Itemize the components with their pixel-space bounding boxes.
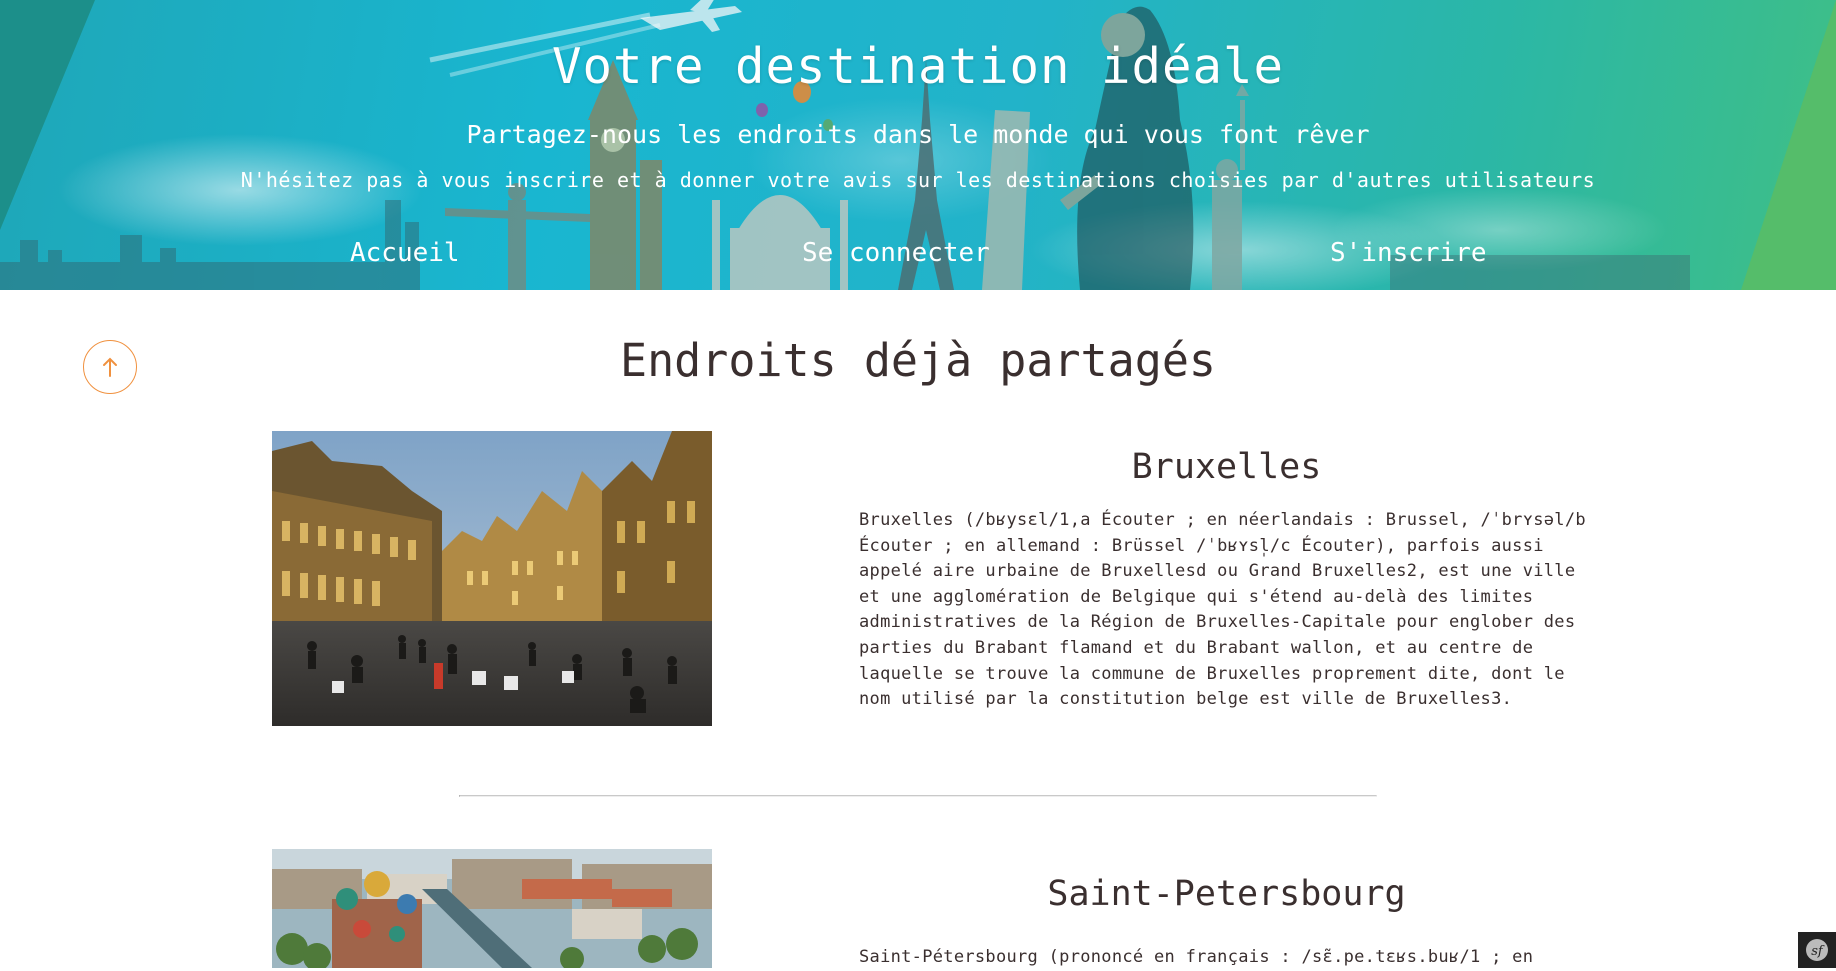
site-title: Votre destination idéale [551, 38, 1284, 95]
place-separator [459, 795, 1377, 797]
section-title: Endroits déjà partagés [619, 334, 1217, 387]
site-subtitle: Partagez-nous les endroits dans le monde… [466, 120, 1370, 149]
main-nav: Accueil Se connecter S'inscrire [0, 238, 1836, 274]
site-tagline: N'hésitez pas à vous inscrire et à donne… [240, 168, 1596, 192]
hero-banner: Votre destination idéale Partagez-nous l… [0, 0, 1836, 290]
place-photo-saint-petersbourg [272, 849, 712, 968]
debug-toolbar-toggle[interactable]: sf [1798, 932, 1836, 968]
saint-petersburg-photo [272, 849, 712, 968]
nav-link-login[interactable]: Se connecter [802, 238, 990, 268]
grand-place-photo [272, 431, 712, 726]
hero-corner-decoration-left [0, 0, 95, 230]
nav-link-signup[interactable]: S'inscrire [1330, 238, 1487, 268]
place-description: Saint-Pétersbourg (prononcé en français … [859, 947, 1534, 967]
place-name: Bruxelles [1131, 447, 1322, 487]
nav-link-home[interactable]: Accueil [350, 238, 460, 268]
symfony-logo-icon: sf [1806, 939, 1828, 961]
place-photo-bruxelles [272, 431, 712, 726]
place-description: Bruxelles (/bʁysɛl/1,a Écouter ; en néer… [859, 510, 1586, 710]
place-name: Saint-Petersbourg [1047, 874, 1406, 914]
